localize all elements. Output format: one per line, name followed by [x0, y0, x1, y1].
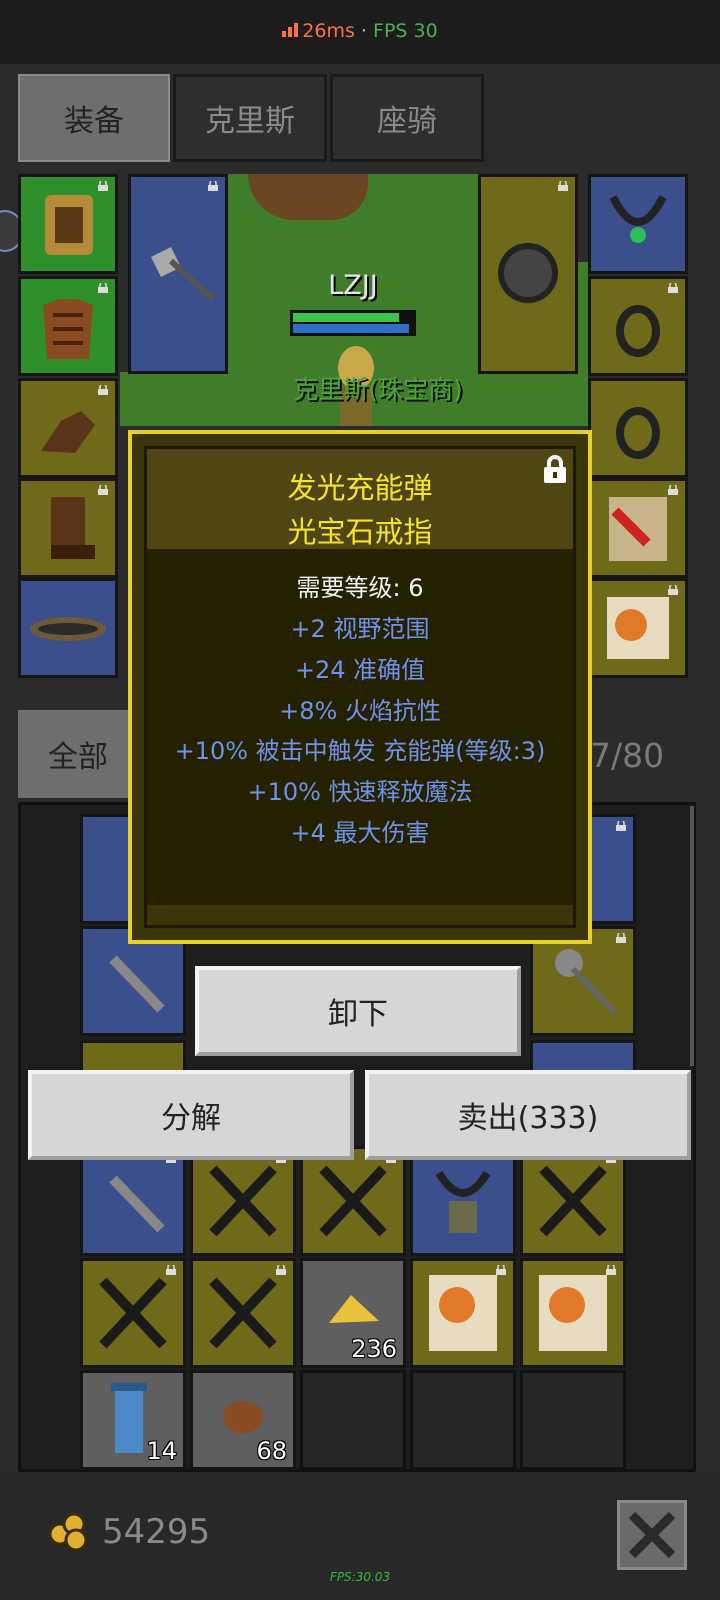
item-stat: +4 最大伤害: [290, 819, 430, 847]
inventory-slot-dagger[interactable]: [80, 1146, 186, 1256]
inventory-slot-scroll[interactable]: [410, 1258, 516, 1368]
lock-icon: [616, 821, 626, 831]
equip-slot-helmet[interactable]: [18, 174, 118, 274]
item-requirement: 需要等级: 6: [296, 574, 424, 602]
equip-slot-ring-1[interactable]: [588, 276, 688, 376]
item-count: 68: [256, 1437, 287, 1465]
equip-slot-shield[interactable]: [478, 174, 578, 374]
inventory-slot-crossed-swords[interactable]: [80, 1258, 186, 1368]
inventory-slot-gold-nugget[interactable]: 236: [300, 1258, 406, 1368]
character-bars: [290, 310, 416, 336]
equip-slot-scroll[interactable]: [588, 578, 688, 678]
decompose-button[interactable]: 分解: [28, 1070, 354, 1160]
inventory-slot-teleport-scroll[interactable]: 14: [80, 1370, 186, 1470]
inventory-slot-crossed-swords[interactable]: [190, 1258, 296, 1368]
lock-icon: [606, 1265, 616, 1275]
equip-slot-boots[interactable]: [18, 478, 118, 578]
npc-label: 克里斯(珠宝商): [293, 375, 463, 404]
item-stat: +24 准确值: [294, 656, 426, 684]
lock-icon: [668, 485, 678, 495]
inventory-slot-meat[interactable]: 68: [190, 1370, 296, 1470]
lock-icon: [98, 385, 108, 395]
network-status: 26ms · FPS 30: [0, 20, 720, 42]
lock-icon: [276, 1265, 286, 1275]
lock-icon: [616, 933, 626, 943]
inventory-slot-empty[interactable]: [520, 1370, 626, 1470]
item-stat: +10% 快速释放魔法: [247, 778, 473, 806]
gold-coins-icon: [46, 1512, 90, 1552]
inventory-slot-crossed-swords[interactable]: [300, 1146, 406, 1256]
lock-icon: [496, 1265, 506, 1275]
equip-slot-weapon[interactable]: [128, 174, 228, 374]
lock-icon: [668, 585, 678, 595]
equip-slot-spellbook[interactable]: [588, 478, 688, 578]
inventory-slot-crossed-swords[interactable]: [190, 1146, 296, 1256]
bag-filter-all[interactable]: 全部: [18, 710, 138, 798]
close-x-icon: [628, 1511, 676, 1559]
lock-icon: [98, 283, 108, 293]
lock-icon: [98, 181, 108, 191]
signal-icon: [282, 20, 299, 42]
lock-icon[interactable]: [541, 455, 569, 485]
character-name: LZJJ: [328, 270, 378, 301]
fps-counter: FPS:30.03: [329, 1570, 391, 1584]
equip-slot-necklace[interactable]: [588, 174, 688, 274]
close-button[interactable]: [617, 1500, 687, 1570]
mp-bar: [293, 324, 409, 333]
tab-equipment[interactable]: 装备: [18, 74, 170, 162]
item-stat: +2 视野范围: [290, 615, 430, 643]
lock-icon: [166, 1265, 176, 1275]
inventory-slot-scroll[interactable]: [520, 1258, 626, 1368]
inventory-slot-empty[interactable]: [410, 1370, 516, 1470]
tree-trunk: [248, 174, 368, 220]
hp-bar: [293, 313, 399, 322]
lock-icon: [668, 283, 678, 293]
fps-text: FPS 30: [373, 20, 438, 42]
lock-icon: [558, 181, 568, 191]
equip-slot-ring-2[interactable]: [588, 378, 688, 478]
item-title-line1: 发光充能弹: [287, 471, 433, 505]
lock-icon: [208, 181, 218, 191]
inventory-slot-crossed-swords[interactable]: [520, 1146, 626, 1256]
item-stat: +8% 火焰抗性: [279, 697, 441, 725]
unequip-button[interactable]: 卸下: [195, 966, 521, 1056]
equip-slot-gloves[interactable]: [18, 378, 118, 478]
sell-button[interactable]: 卖出(333): [365, 1070, 691, 1160]
gold-amount: 54295: [102, 1512, 211, 1552]
latency-text: 26ms: [302, 20, 355, 42]
item-count: 236: [351, 1335, 397, 1363]
equip-slot-armor[interactable]: [18, 276, 118, 376]
equip-slot-belt[interactable]: [18, 578, 118, 678]
item-title-line2: 光宝石戒指: [287, 515, 433, 549]
item-tooltip: 发光充能弹 光宝石戒指 需要等级: 6 +2 视野范围 +24 准确值 +8% …: [128, 430, 592, 944]
item-count: 14: [146, 1437, 177, 1465]
bag-capacity: 7/80: [590, 736, 665, 775]
tab-chris[interactable]: 克里斯: [173, 74, 327, 162]
inventory-scrollbar[interactable]: [690, 806, 694, 1066]
item-stat: +10% 被击中触发 充能弹(等级:3): [174, 737, 546, 765]
tab-mount[interactable]: 座骑: [330, 74, 484, 162]
inventory-slot-amulet[interactable]: [410, 1146, 516, 1256]
inventory-slot-empty[interactable]: [300, 1370, 406, 1470]
lock-icon: [98, 485, 108, 495]
